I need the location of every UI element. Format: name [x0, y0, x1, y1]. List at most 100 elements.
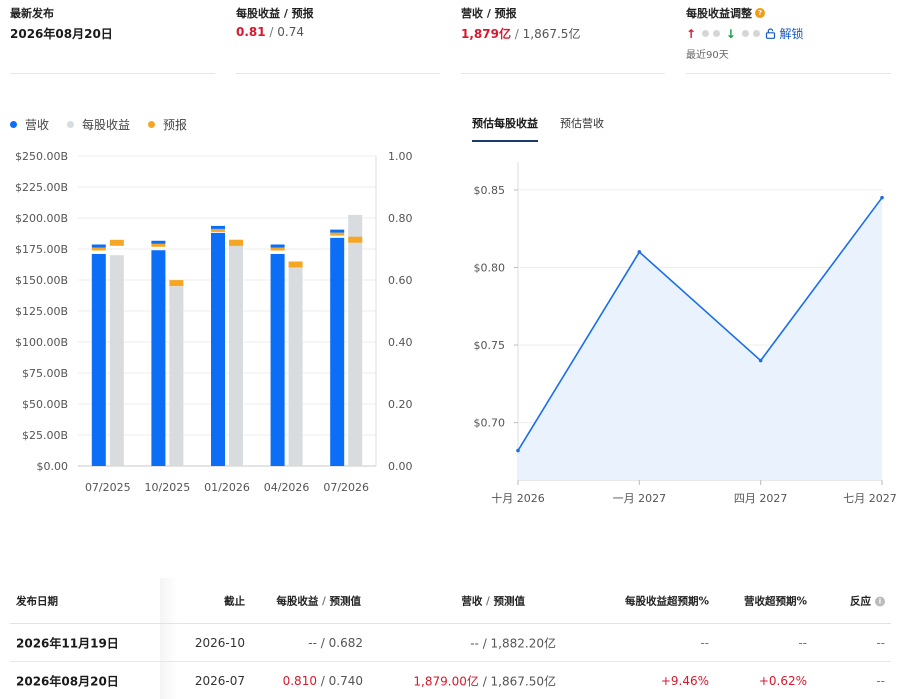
revenue-title: 营收 / 预报 — [461, 7, 517, 20]
legend-item-forecast[interactable]: 预报 — [148, 116, 187, 133]
revenue-forecast-marker — [151, 243, 166, 247]
eps-bar — [109, 255, 124, 466]
header-revenue-surprise[interactable]: 营收超预期% — [744, 593, 807, 608]
y-tick-label: $0.70 — [474, 417, 506, 430]
y-tick-label-right: 0.00 — [388, 460, 413, 473]
eps-forecast-marker — [109, 239, 124, 246]
eps-area-fill — [518, 197, 882, 480]
legend-item-eps[interactable]: 每股收益 — [67, 116, 130, 133]
eps-forecast-marker — [169, 280, 184, 287]
header-reaction[interactable]: 反应 i — [850, 593, 885, 608]
header-rev-label: 营收 — [461, 595, 483, 607]
arrow-down-icon: ↓ — [725, 27, 736, 41]
row-eps-actual: 0.810 — [282, 673, 317, 688]
y-tick-label-left: $175.00B — [15, 243, 68, 256]
y-tick-label-right: 0.60 — [388, 274, 413, 287]
header-period[interactable]: 截止 — [224, 593, 245, 608]
row-rev-actual: 1,879.00亿 — [413, 674, 479, 688]
header-eps-est: 预测值 — [329, 595, 362, 607]
release-title: 最新发布 — [10, 7, 54, 20]
y-tick-label-left: $200.00B — [15, 212, 68, 225]
summary-card-revision: 每股收益调整? ↑ ↓ 解锁 最近90天 — [686, 0, 891, 74]
table-header: 发布日期 截止 每股收益 / 预测值 营收 / 预测值 每股收益超预期% 营收超… — [10, 578, 891, 624]
header-revenue[interactable]: 营收 / 预测值 — [461, 593, 525, 608]
summary-card-eps: 每股收益 / 预报 0.81 / 0.74 — [236, 0, 440, 74]
hint-icon[interactable]: ? — [755, 8, 765, 18]
revenue-bar — [330, 237, 345, 466]
row-eps-sep: / — [316, 673, 329, 688]
y-tick-label-right: 1.00 — [388, 150, 413, 163]
x-tick-label: 四月 2027 — [734, 492, 788, 505]
eps-bar — [348, 214, 363, 466]
header-eps[interactable]: 每股收益 / 预测值 — [276, 593, 361, 608]
row-eps-surprise: -- — [700, 635, 709, 650]
eps-bar — [169, 286, 184, 466]
legend-swatch — [10, 121, 17, 128]
earnings-bar-chart: $0.00 $25.00B $50.00B $75.00B $100.00B $125.0… — [15, 150, 413, 494]
revenue-bar — [211, 232, 225, 466]
row-eps-actual: -- — [308, 635, 317, 650]
row-eps-est: 0.682 — [328, 635, 363, 650]
y-tick-label-right: 0.80 — [388, 212, 413, 225]
row-eps: -- / 0.682 — [308, 636, 363, 650]
y-tick-label: $0.75 — [474, 339, 506, 352]
table-row[interactable]: 2026年08月20日 2026-07 0.810 / 0.740 1,879.… — [10, 662, 891, 699]
row-rev-est: 1,882.20亿 — [490, 636, 556, 650]
arrow-up-icon: ↑ — [686, 27, 697, 41]
table-row[interactable]: 2026年11月19日 2026-10 -- / 0.682 -- / 1,88… — [10, 624, 891, 662]
row-date: 2026年08月20日 — [16, 674, 119, 688]
revenue-forecast-marker — [211, 228, 225, 232]
revenue-bar-cap — [330, 229, 345, 233]
data-point — [880, 195, 884, 200]
revenue-sep: / — [510, 27, 523, 41]
x-tick-label: 07/2025 — [85, 481, 131, 494]
y-tick-label-left: $50.00B — [22, 398, 68, 411]
row-rev-actual: -- — [470, 636, 479, 650]
row-eps-est: 0.740 — [328, 673, 363, 688]
revenue-forecast-marker — [330, 232, 345, 236]
legend-item-revenue[interactable]: 营收 — [10, 116, 49, 133]
header-rev-est: 预测值 — [493, 595, 526, 607]
y-tick-label-left: $100.00B — [15, 336, 68, 349]
row-revenue-surprise: -- — [798, 635, 807, 650]
eps-forecast-line-chart: $0.70 $0.75 $0.80 $0.85 十月 2026 一月 2027 四月 202… — [474, 162, 897, 505]
y-tick-label-left: $250.00B — [15, 150, 68, 163]
lock-icon — [766, 28, 776, 39]
info-icon[interactable]: i — [875, 596, 885, 606]
unlock-button[interactable]: 解锁 — [765, 27, 803, 41]
blurred-value — [752, 30, 760, 37]
x-tick-label: 10/2025 — [145, 481, 191, 494]
blurred-value — [741, 30, 749, 37]
eps-forecast-marker — [229, 239, 243, 246]
y-tick-label-right: 0.40 — [388, 336, 413, 349]
data-point — [758, 358, 763, 363]
row-reaction: -- — [876, 635, 885, 650]
revenue-bar-cap — [91, 244, 106, 248]
chart-legend: 营收 每股收益 预报 — [10, 116, 187, 133]
summary-card-release: 最新发布 2026年08月20日 — [10, 0, 215, 74]
header-eps-label: 每股收益 — [276, 595, 319, 607]
y-tick-label: $0.85 — [474, 184, 506, 197]
y-tick-label-left: $150.00B — [15, 274, 68, 287]
unlock-label: 解锁 — [779, 27, 804, 41]
revenue-bar — [151, 250, 166, 466]
revenue-actual: 1,879亿 — [461, 27, 511, 41]
revenue-forecast-marker — [270, 247, 285, 251]
y-tick-label-left: $75.00B — [22, 367, 68, 380]
tab-eps-forecast[interactable]: 预估每股收益 — [472, 115, 538, 142]
forecast-tabs: 预估每股收益 预估营收 — [472, 115, 604, 142]
eps-forecast-marker — [288, 261, 303, 268]
revenue-bar-cap — [270, 244, 285, 248]
legend-swatch — [67, 121, 75, 128]
revenue-estimate: 1,867.5亿 — [522, 27, 581, 41]
header-date[interactable]: 发布日期 — [16, 593, 58, 608]
y-tick-label-left: $0.00 — [37, 460, 69, 473]
header-eps-surprise[interactable]: 每股收益超预期% — [625, 593, 709, 608]
legend-label: 营收 — [25, 118, 50, 132]
row-period: 2026-07 — [194, 673, 245, 688]
revision-title: 每股收益调整? — [686, 5, 765, 21]
data-point — [637, 250, 642, 254]
x-tick-label: 01/2026 — [204, 481, 250, 494]
row-period: 2026-10 — [194, 635, 245, 650]
tab-revenue-forecast[interactable]: 预估营收 — [560, 115, 604, 142]
